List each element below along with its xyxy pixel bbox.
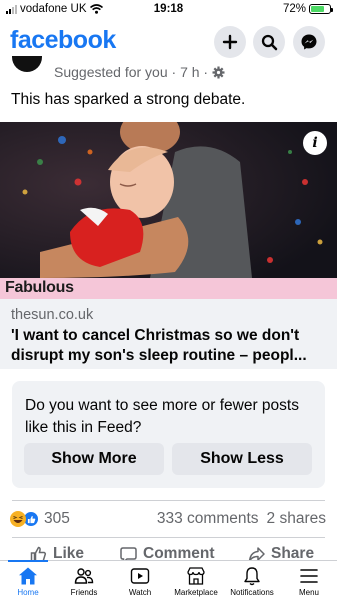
like-button[interactable]: Like	[30, 545, 84, 560]
watch-icon	[130, 568, 150, 584]
status-bar: vodafone UK 19:18 72%	[0, 0, 337, 20]
haha-reaction-icon	[10, 511, 26, 527]
messenger-icon	[301, 34, 317, 50]
share-icon	[248, 546, 265, 560]
nav-label-watch: Watch	[128, 588, 152, 597]
battery-percent: 72%	[282, 3, 306, 15]
feedback-question: Do you want to see more or fewer posts l…	[25, 397, 299, 436]
facebook-logo[interactable]: facebook	[10, 26, 116, 55]
search-button[interactable]	[253, 26, 285, 58]
app-header: facebook	[0, 22, 337, 62]
post-meta-text: Suggested for you · 7 h ·	[54, 64, 209, 80]
menu-icon	[300, 569, 318, 583]
share-label: Share	[271, 545, 315, 560]
nav-label-friends: Friends	[70, 588, 98, 597]
page-avatar[interactable]	[12, 56, 42, 74]
show-less-button[interactable]: Show Less	[172, 443, 312, 475]
comment-button[interactable]: Comment	[120, 545, 214, 560]
info-button[interactable]: i	[303, 131, 327, 155]
battery-icon	[309, 4, 333, 14]
like-label: Like	[53, 545, 85, 560]
home-icon	[19, 567, 37, 585]
show-more-button[interactable]: Show More	[24, 443, 164, 475]
post-meta: Suggested for you · 7 h ·	[54, 64, 225, 80]
nav-label-notifications: Notifications	[230, 588, 274, 597]
divider	[12, 537, 325, 538]
search-icon	[261, 34, 277, 50]
marketplace-icon	[187, 567, 205, 585]
reactions-count: 305	[44, 510, 70, 527]
nav-watch[interactable]: Watch	[112, 566, 168, 597]
comments-count[interactable]: 333 comments	[157, 510, 259, 528]
bottom-navigation: Home Friends Watch Marketplace Notificat…	[0, 560, 337, 600]
active-tab-indicator	[8, 560, 48, 562]
nav-label-menu: Menu	[298, 588, 319, 597]
link-title: 'I want to cancel Christmas so we don't …	[11, 327, 307, 364]
publication-name: Fabulous	[5, 279, 74, 296]
nav-menu[interactable]: Menu	[281, 566, 337, 597]
divider	[12, 500, 325, 501]
bell-icon	[244, 567, 260, 586]
reactions-summary[interactable]: 305	[10, 510, 70, 528]
link-preview[interactable]: thesun.co.uk 'I want to cancel Christmas…	[0, 299, 337, 369]
create-button[interactable]	[214, 26, 246, 58]
engagement-stats: 333 comments 2 shares	[157, 510, 326, 528]
messenger-button[interactable]	[293, 26, 325, 58]
post-text: This has sparked a strong debate.	[11, 91, 246, 108]
nav-marketplace[interactable]: Marketplace	[168, 566, 224, 597]
battery-fill	[311, 6, 324, 12]
friends-icon	[74, 568, 94, 584]
publication-banner: Fabulous	[0, 278, 337, 299]
link-domain: thesun.co.uk	[11, 307, 94, 323]
comment-label: Comment	[143, 545, 215, 560]
share-button[interactable]: Share	[248, 545, 314, 560]
info-icon: i	[312, 135, 318, 151]
gear-icon	[212, 66, 225, 78]
post-photo-art	[0, 122, 337, 278]
status-right: 72%	[282, 3, 333, 15]
shares-count[interactable]: 2 shares	[267, 510, 326, 528]
post-image[interactable]: i	[0, 122, 337, 278]
nav-label-marketplace: Marketplace	[174, 588, 218, 597]
comment-icon	[120, 546, 137, 560]
nav-friends[interactable]: Friends	[56, 566, 112, 597]
plus-icon	[222, 34, 238, 50]
feed-feedback-card: Do you want to see more or fewer posts l…	[12, 381, 325, 488]
nav-home[interactable]: Home	[0, 566, 56, 597]
nav-label-home: Home	[17, 588, 39, 597]
nav-notifications[interactable]: Notifications	[224, 566, 280, 597]
like-icon	[30, 546, 47, 560]
post-actions: Like Comment Share	[0, 544, 337, 560]
